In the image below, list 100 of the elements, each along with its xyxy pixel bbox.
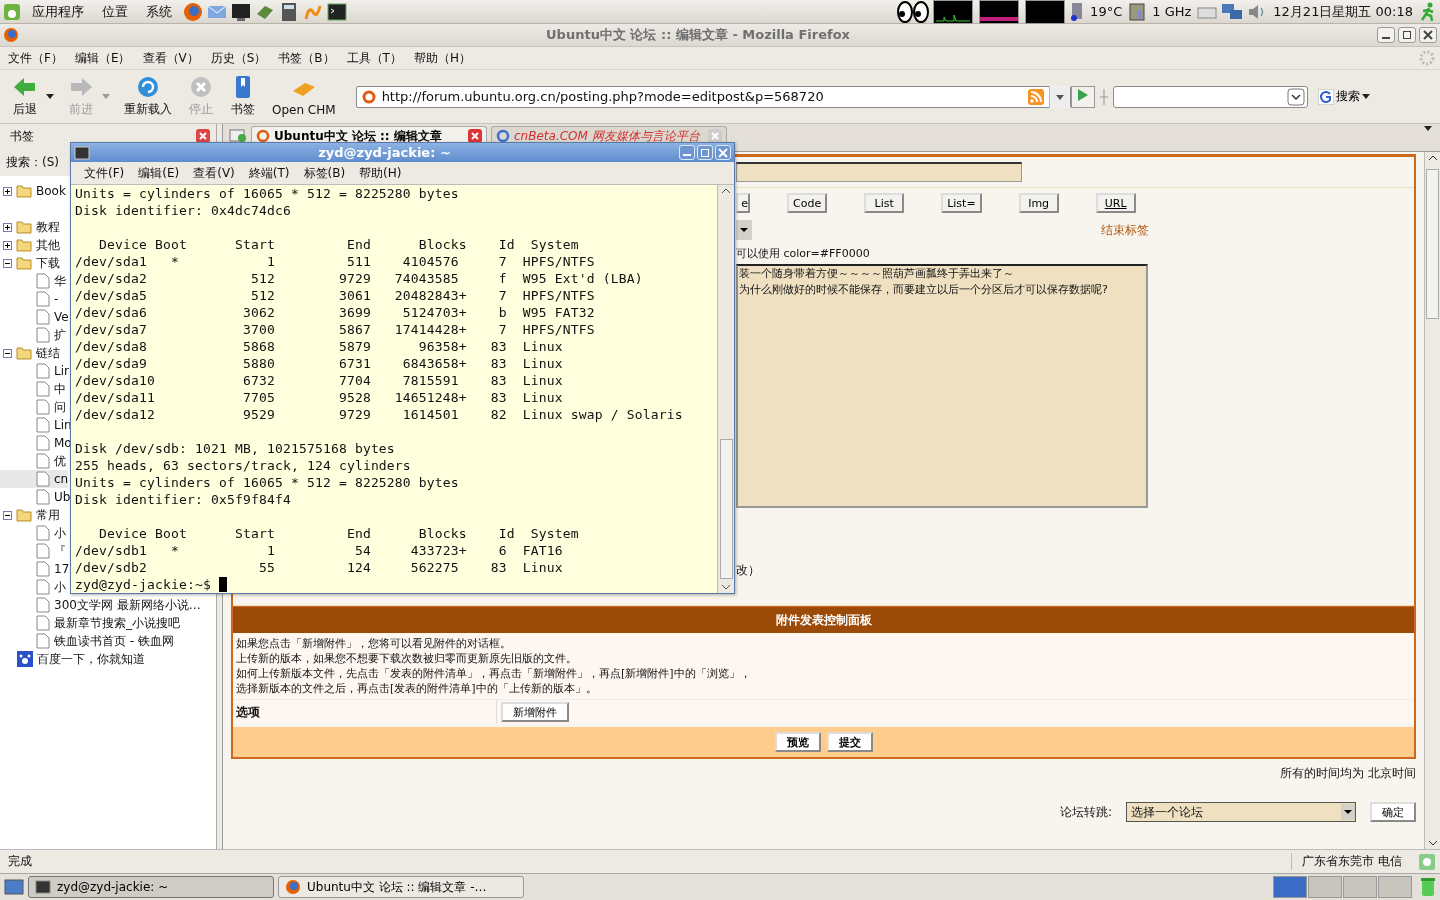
show-desktop-icon[interactable] xyxy=(4,878,24,896)
terminal-icon[interactable] xyxy=(327,1,347,22)
foot-icon[interactable] xyxy=(3,2,21,21)
bookmark-row[interactable]: Ve xyxy=(0,308,69,326)
tree-item[interactable]: 常用 xyxy=(36,506,60,524)
page-icon xyxy=(36,543,50,559)
maximize-button[interactable] xyxy=(1398,27,1416,43)
toolbar-button[interactable]: Open CHM xyxy=(264,76,344,117)
menu-item[interactable]: 标签(B) xyxy=(296,164,353,182)
menu-item[interactable]: 编辑（E） xyxy=(70,49,139,67)
minimize-button[interactable] xyxy=(1377,27,1395,43)
menu-item[interactable]: 编辑(E) xyxy=(131,164,187,182)
bookmark-row[interactable]: cn xyxy=(0,470,69,488)
close-tags-link[interactable]: 结束标签 xyxy=(1101,221,1149,239)
calculator-icon[interactable] xyxy=(279,1,299,22)
menu-item[interactable]: 帮助（H） xyxy=(409,49,479,67)
bookmark-row[interactable]: 300文学网 最新网络小说… xyxy=(0,596,201,614)
panel-menu[interactable]: 位置 xyxy=(94,2,136,21)
bookmark-row[interactable]: 问 xyxy=(0,398,66,416)
bookmark-row[interactable]: 最新章节搜索_小说搜吧 xyxy=(0,614,180,632)
task-button[interactable]: Ubuntu中文 论坛 :: 编辑文章 -… xyxy=(278,876,524,898)
scroll-thumb[interactable] xyxy=(1426,169,1439,319)
clock[interactable]: 12月21日星期五 00:18 xyxy=(1270,2,1416,21)
toolbar-button[interactable]: 后退 xyxy=(4,75,46,118)
panel-menu[interactable]: 应用程序 xyxy=(24,2,92,21)
network-icon[interactable] xyxy=(1221,1,1244,22)
menu-item[interactable]: 历史（S） xyxy=(206,49,275,67)
bookmark-row[interactable]: 优 xyxy=(0,452,66,470)
message-textarea[interactable]: 装一个随身带着方便～～～～照葫芦画瓢终于弄出来了～ 为什么刚做好的时候不能保存，而要建立以后一个分区后才可以保存数据呢? xyxy=(736,264,1148,508)
scrollbar[interactable] xyxy=(1424,152,1440,849)
dropdown-arrow-icon[interactable] xyxy=(1361,93,1370,100)
add-attachment-button[interactable]: 新增附件 xyxy=(501,702,569,722)
folder-icon xyxy=(16,238,32,252)
tree-item[interactable]: 下载 xyxy=(36,254,60,272)
expander-icon[interactable] xyxy=(3,510,12,520)
toolbar-button[interactable]: 重新载入 xyxy=(116,75,180,118)
new-tab-icon[interactable] xyxy=(229,127,247,143)
expander-icon[interactable] xyxy=(3,240,12,250)
action-button[interactable]: 预览 xyxy=(774,732,821,752)
scrollbar[interactable] xyxy=(717,185,734,593)
expander-icon[interactable] xyxy=(3,348,12,358)
forum-select[interactable]: 选择一个论坛 xyxy=(1126,802,1356,822)
panel-menu[interactable]: 系统 xyxy=(138,2,180,21)
scroll-thumb[interactable] xyxy=(719,439,733,579)
menu-item[interactable]: 文件（F） xyxy=(4,49,71,67)
bookmark-row[interactable]: 扩 xyxy=(0,326,66,344)
toolbar-button[interactable]: 书签 xyxy=(222,75,264,118)
close-icon[interactable] xyxy=(468,129,482,143)
tree-item[interactable]: 其他 xyxy=(36,236,60,254)
close-button[interactable] xyxy=(196,129,210,143)
menu-item[interactable]: 帮助(H) xyxy=(352,164,409,182)
tree-item[interactable]: Book xyxy=(36,184,66,198)
subject-field[interactable] xyxy=(736,162,1022,182)
browser-icon[interactable] xyxy=(183,1,203,22)
search-field[interactable] xyxy=(1112,85,1308,108)
close-icon xyxy=(718,147,728,158)
monitor-icon[interactable] xyxy=(231,1,251,22)
bookmark-row[interactable]: 小 xyxy=(0,524,66,542)
menu-item[interactable]: 查看(V) xyxy=(186,164,242,182)
close-icon[interactable] xyxy=(708,129,722,143)
terminal-line: 255 heads, 63 sectors/track, 124 cylinders xyxy=(75,457,412,474)
tab-list-icon[interactable] xyxy=(1424,126,1432,132)
bookmark-row[interactable]: - xyxy=(0,290,59,308)
bookmark-row[interactable]: 17 xyxy=(0,560,70,578)
tree-item[interactable]: 教程 xyxy=(36,218,60,236)
bookmark-row[interactable]: 铁血读书首页 - 铁血网 xyxy=(0,632,174,650)
url-field[interactable]: http://forum.ubuntu.org.cn/posting.php?mode=editpost&p=568720 xyxy=(355,85,1071,108)
bookmark-row[interactable]: 华 xyxy=(0,272,66,290)
expander-icon[interactable] xyxy=(3,258,12,268)
menu-item[interactable]: 工具（T） xyxy=(342,49,410,67)
search-button[interactable]: 搜索 xyxy=(1315,88,1362,105)
tree-item[interactable]: 百度一下，你就知道 xyxy=(37,650,145,668)
browser-icon xyxy=(285,879,301,895)
workspace-switcher[interactable] xyxy=(1273,876,1412,898)
format-button[interactable]: Code xyxy=(787,193,828,213)
bookmark-row[interactable]: 『 xyxy=(0,542,66,560)
bookmark-row[interactable]: Lir xyxy=(0,362,69,380)
format-button[interactable]: e xyxy=(736,193,750,213)
bookmark-row[interactable]: Ub xyxy=(0,488,71,506)
confirm-button[interactable]: 确定 xyxy=(1370,802,1416,822)
format-button[interactable]: List xyxy=(864,193,905,213)
menu-item[interactable]: 文件(F) xyxy=(77,164,132,182)
page-icon xyxy=(36,327,50,343)
menu-item[interactable]: 查看（V） xyxy=(138,49,207,67)
dropdown-arrow-icon[interactable] xyxy=(46,93,54,100)
trash-icon[interactable] xyxy=(1420,877,1436,897)
tree-item[interactable]: 链结 xyxy=(36,344,60,362)
menu-item[interactable]: 书签（B） xyxy=(274,49,343,67)
bookmark-row[interactable]: 中 xyxy=(0,380,66,398)
bookmark-row[interactable]: 小 xyxy=(0,578,66,596)
expander-icon[interactable] xyxy=(3,186,12,196)
menu-item[interactable]: 終端(T) xyxy=(241,164,297,182)
close-button[interactable] xyxy=(1419,27,1437,43)
play-icon xyxy=(1076,89,1089,101)
format-button[interactable]: URL xyxy=(1095,193,1136,213)
action-button[interactable]: 提交 xyxy=(826,732,873,752)
format-button[interactable]: Img xyxy=(1018,193,1059,213)
task-button[interactable]: zyd@zyd-jackie: ~ xyxy=(28,876,274,898)
format-button[interactable]: List= xyxy=(941,193,982,213)
expander-icon[interactable] xyxy=(3,222,12,232)
